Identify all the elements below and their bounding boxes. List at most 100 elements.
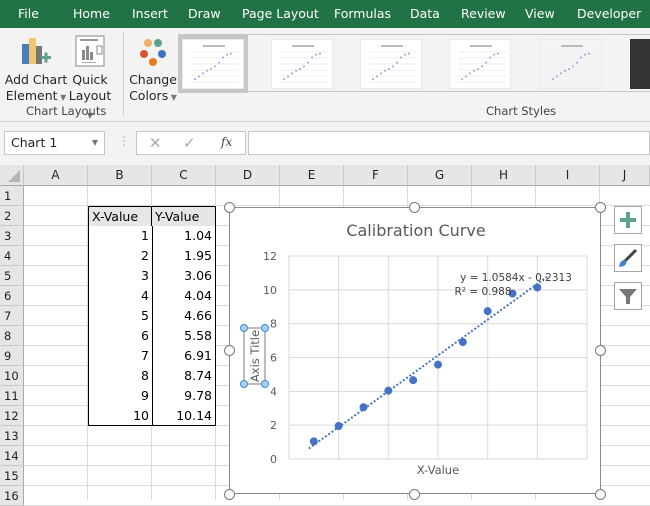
cell-x-value[interactable]: 5 xyxy=(88,306,152,326)
cell-y-value[interactable]: 6.91 xyxy=(152,346,216,366)
tab-insert[interactable]: Insert xyxy=(132,0,168,28)
tab-page-layout[interactable]: Page Layout xyxy=(242,0,319,28)
thumb-point xyxy=(291,72,293,75)
cell-x-value[interactable]: 8 xyxy=(88,366,152,386)
thumb-point xyxy=(299,67,301,70)
tab-file[interactable]: File xyxy=(18,0,39,28)
row-header-14[interactable]: 14 xyxy=(0,446,24,466)
add-chart-element-button[interactable]: Add Chart Element ▼ xyxy=(4,34,68,106)
tab-view[interactable]: View xyxy=(525,0,555,28)
thumb-point xyxy=(210,67,212,70)
change-colors-button[interactable]: Change Colors ▼ xyxy=(128,34,178,106)
cell-y-value[interactable]: 9.78 xyxy=(152,386,216,406)
chart-style-thumb-1[interactable] xyxy=(178,35,248,93)
formula-input[interactable] xyxy=(248,131,650,155)
chart-style-thumb-3[interactable] xyxy=(360,39,422,89)
column-header-f[interactable]: F xyxy=(344,165,408,186)
trendline-equation: y = 1.0584x - 0.2313 xyxy=(460,272,572,284)
cell-x-value[interactable]: 2 xyxy=(88,246,152,266)
resize-handle-bottom-left[interactable] xyxy=(224,489,235,500)
row-header-13[interactable]: 13 xyxy=(0,426,24,446)
row-header-8[interactable]: 8 xyxy=(0,326,24,346)
chart-style-thumb-4[interactable] xyxy=(449,39,511,89)
row-header-7[interactable]: 7 xyxy=(0,306,24,326)
row-header-6[interactable]: 6 xyxy=(0,286,24,306)
chart-style-thumb-6[interactable] xyxy=(630,39,650,89)
chart-style-thumb-5[interactable] xyxy=(540,39,602,89)
thumb-point xyxy=(194,78,196,81)
row-header-12[interactable]: 12 xyxy=(0,406,24,426)
cell-y-value[interactable]: 1.95 xyxy=(152,246,216,266)
thumb-title xyxy=(381,45,403,47)
resize-handle-top[interactable] xyxy=(409,202,420,213)
column-header-b[interactable]: B xyxy=(88,165,152,186)
column-header-e[interactable]: E xyxy=(280,165,344,186)
cell-y-value[interactable]: 5.58 xyxy=(152,326,216,346)
row-header-2[interactable]: 2 xyxy=(0,206,24,226)
cell-y-value[interactable]: 4.66 xyxy=(152,306,216,326)
row-header-9[interactable]: 9 xyxy=(0,346,24,366)
row-header-16[interactable]: 16 xyxy=(0,486,24,506)
tab-data[interactable]: Data xyxy=(410,0,440,28)
chart-filters-button[interactable] xyxy=(614,282,642,310)
resize-handle-top-right[interactable] xyxy=(595,202,606,213)
chart-style-thumb-2[interactable] xyxy=(271,39,333,89)
cell-x-value[interactable]: 3 xyxy=(88,266,152,286)
cell-x-value[interactable]: 10 xyxy=(88,406,152,426)
column-header-j[interactable]: J xyxy=(600,165,650,186)
cell-y-value[interactable]: 1.04 xyxy=(152,226,216,246)
cell-x-value[interactable]: 6 xyxy=(88,326,152,346)
cell-x-value[interactable]: 4 xyxy=(88,286,152,306)
thumb-point xyxy=(218,61,220,64)
resize-handle-bottom[interactable] xyxy=(409,489,420,500)
cell-y-value[interactable]: 8.74 xyxy=(152,366,216,386)
row-header-10[interactable]: 10 xyxy=(0,366,24,386)
thumb-point xyxy=(319,52,321,55)
more-options-icon: ⋮ xyxy=(118,134,130,148)
data-point xyxy=(409,376,418,385)
select-all-corner[interactable] xyxy=(0,165,24,186)
column-header-d[interactable]: D xyxy=(216,165,280,186)
column-header-c[interactable]: C xyxy=(152,165,216,186)
chart-calibration-curve[interactable]: Calibration Curve 0 2 4 6 8 10 12 X-Value Axis Ti… xyxy=(229,207,601,494)
thumb-point xyxy=(552,78,554,81)
tab-developer[interactable]: Developer xyxy=(577,0,641,28)
select-all-icon xyxy=(8,170,20,182)
tab-home[interactable]: Home xyxy=(73,0,110,28)
column-header-h[interactable]: H xyxy=(472,165,536,186)
enter-icon[interactable]: ✓ xyxy=(183,134,196,152)
cell-x-value[interactable]: 1 xyxy=(88,226,152,246)
column-header-a[interactable]: A xyxy=(24,165,88,186)
change-colors-label-1: Change xyxy=(129,72,177,87)
cell-x-value[interactable]: 9 xyxy=(88,386,152,406)
palette-icon xyxy=(140,39,166,66)
header-cell-x-value[interactable]: X-Value xyxy=(88,206,152,227)
tab-review[interactable]: Review xyxy=(461,0,506,28)
row-header-1[interactable]: 1 xyxy=(0,186,24,206)
resize-handle-left[interactable] xyxy=(224,345,235,356)
insert-function-icon[interactable]: fx xyxy=(221,135,232,149)
cancel-icon[interactable]: ✕ xyxy=(149,134,162,152)
header-cell-y-value[interactable]: Y-Value xyxy=(152,206,216,227)
row-header-15[interactable]: 15 xyxy=(0,466,24,486)
cell-x-value[interactable]: 7 xyxy=(88,346,152,366)
name-box[interactable]: Chart 1 ▼ xyxy=(4,131,105,155)
thumb-point xyxy=(560,72,562,75)
tab-draw[interactable]: Draw xyxy=(188,0,221,28)
resize-handle-top-left[interactable] xyxy=(224,202,235,213)
resize-handle-right[interactable] xyxy=(595,345,606,356)
cell-y-value[interactable]: 10.14 xyxy=(152,406,216,426)
column-header-i[interactable]: I xyxy=(536,165,600,186)
tab-formulas[interactable]: Formulas xyxy=(334,0,391,28)
row-header-5[interactable]: 5 xyxy=(0,266,24,286)
cell-y-value[interactable]: 3.06 xyxy=(152,266,216,286)
row-header-3[interactable]: 3 xyxy=(0,226,24,246)
chevron-down-icon[interactable]: ▼ xyxy=(92,132,98,154)
resize-handle-bottom-right[interactable] xyxy=(595,489,606,500)
row-header-11[interactable]: 11 xyxy=(0,386,24,406)
row-header-4[interactable]: 4 xyxy=(0,246,24,266)
chart-styles-button[interactable] xyxy=(614,244,642,272)
cell-y-value[interactable]: 4.04 xyxy=(152,286,216,306)
column-header-g[interactable]: G xyxy=(408,165,472,186)
chart-elements-button[interactable] xyxy=(614,206,642,234)
